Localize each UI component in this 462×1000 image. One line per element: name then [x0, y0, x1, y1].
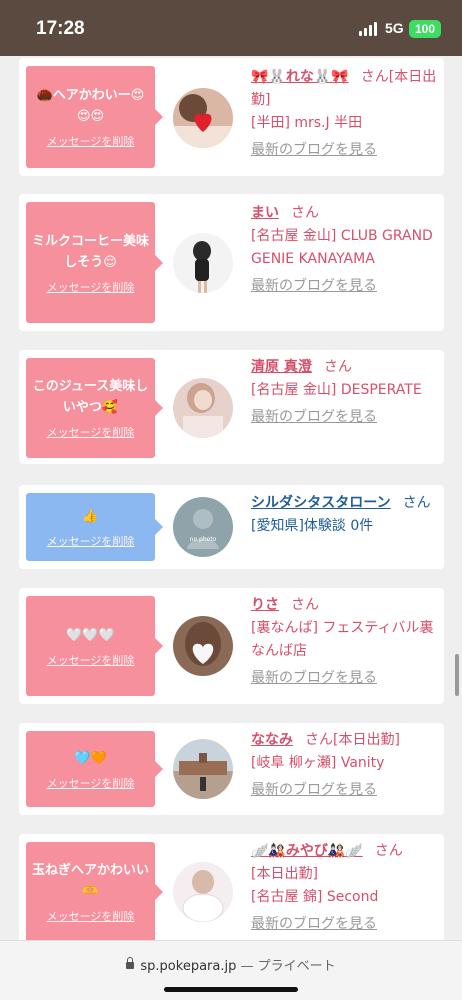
blog-link[interactable]: 最新のブログを見る — [251, 406, 439, 429]
profile-info: シルダシタスタローン さん [愛知県]体験談 0件 — [251, 492, 439, 538]
private-mode-label: — プライベート — [236, 959, 336, 974]
status-time: 17:28 — [36, 18, 85, 39]
message-card: 🤍🤍🤍 メッセージを削除 りさ さん [裏なんば] フェスティバル裏なんば店 最新… — [19, 588, 444, 704]
delete-message-link[interactable]: メッセージを削除 — [47, 533, 135, 549]
profile-name-link[interactable]: りさ — [251, 597, 279, 613]
profile-name-link[interactable]: 🎀🐰れな🐰🎀 — [251, 69, 349, 85]
profile-info: ななみ さん[本日出勤] [岐阜 柳ヶ瀬] Vanity 最新のブログを見る — [251, 729, 439, 802]
message-card: 玉ねぎヘアかわいい🫶 メッセージを削除 🪽🎎みやび🎎🪽 さん [本日出勤] [名古… — [19, 834, 444, 944]
svg-text:no photo: no photo — [190, 536, 217, 543]
message-card: 🌰ヘアかわいー😍😍😍 メッセージを削除 🎀🐰れな🐰🎀 さん[本日出勤] [半田] … — [19, 58, 444, 176]
delete-message-link[interactable]: メッセージを削除 — [47, 133, 135, 149]
shop-name: [裏なんば] フェスティバル裏なんば店 — [251, 620, 434, 659]
blog-link[interactable]: 最新のブログを見る — [251, 667, 439, 690]
message-card: 👍 メッセージを削除 no photo シルダシタスタローン さん [愛知県]体験… — [19, 485, 444, 569]
profile-name-link[interactable]: 清原 真澄 — [251, 359, 312, 375]
message-bubble: このジュース美味しいやつ🥰 メッセージを削除 — [26, 358, 163, 458]
message-text: 玉ねぎヘアかわいい🫶 — [32, 863, 150, 899]
profile-info: りさ さん [裏なんば] フェスティバル裏なんば店 最新のブログを見る — [251, 594, 439, 690]
message-text: 👍 — [82, 508, 99, 524]
message-card: このジュース美味しいやつ🥰 メッセージを削除 清原 真澄 さん [名古屋 金山] … — [19, 350, 444, 464]
work-status: [本日出勤] — [251, 866, 318, 882]
work-status: [本日出勤] — [333, 732, 400, 748]
shop-name: [愛知県]体験談 0件 — [251, 518, 374, 534]
home-indicator[interactable] — [164, 987, 298, 992]
honorific: さん — [291, 597, 319, 613]
shop-name: [半田] mrs.J 半田 — [251, 115, 363, 131]
message-text: ミルクコーヒー美味しそう😌 — [32, 233, 150, 270]
url-display[interactable]: sp.pokepara.jp — プライベート — [0, 955, 462, 974]
profile-name-link[interactable]: 🪽🎎みやび🎎🪽 — [251, 843, 363, 859]
avatar[interactable] — [173, 739, 233, 799]
message-text: 🩵🧡 — [74, 750, 107, 766]
message-text: 🤍🤍🤍 — [66, 627, 115, 643]
message-card: ミルクコーヒー美味しそう😌 メッセージを削除 まい さん [名古屋 金山] CLU… — [19, 194, 444, 331]
delete-message-link[interactable]: メッセージを削除 — [47, 908, 135, 924]
blog-link[interactable]: 最新のブログを見る — [251, 139, 439, 162]
message-bubble: 🩵🧡 メッセージを削除 — [26, 731, 163, 807]
delete-message-link[interactable]: メッセージを削除 — [47, 775, 135, 791]
avatar[interactable] — [173, 233, 233, 293]
shop-name: [名古屋 錦] Second — [251, 889, 379, 905]
message-text: このジュース美味しいやつ🥰 — [32, 379, 149, 415]
profile-name-link[interactable]: ななみ — [251, 732, 293, 748]
honorific: さん — [291, 205, 319, 221]
lock-icon — [126, 957, 135, 969]
profile-name-link[interactable]: シルダシタスタローン — [251, 495, 391, 511]
message-bubble: ミルクコーヒー美味しそう😌 メッセージを削除 — [26, 202, 163, 323]
battery-icon: 100 — [409, 20, 441, 38]
shop-name: [名古屋 金山] CLUB GRAND GENIE KANAYAMA — [251, 228, 433, 267]
honorific: さん — [402, 495, 431, 511]
delete-message-link[interactable]: メッセージを削除 — [47, 424, 135, 440]
blog-link[interactable]: 最新のブログを見る — [251, 913, 439, 936]
browser-url-bar[interactable]: sp.pokepara.jp — プライベート — [0, 940, 462, 1000]
blog-link[interactable]: 最新のブログを見る — [251, 779, 439, 802]
blog-link[interactable]: 最新のブログを見る — [251, 275, 439, 298]
message-card: 🩵🧡 メッセージを削除 ななみ さん[本日出勤] [岐阜 柳ヶ瀬] Vanity … — [19, 723, 444, 815]
avatar[interactable]: no photo — [173, 497, 233, 557]
status-bar: 17:28 5G 100 — [0, 0, 462, 56]
profile-info: 清原 真澄 さん [名古屋 金山] DESPERATE 最新のブログを見る — [251, 356, 439, 429]
message-bubble: 🤍🤍🤍 メッセージを削除 — [26, 596, 163, 696]
message-bubble: 👍 メッセージを削除 — [26, 493, 163, 561]
message-text: 🌰ヘアかわいー😍😍😍 — [36, 88, 145, 124]
profile-name-link[interactable]: まい — [251, 205, 279, 221]
avatar[interactable] — [173, 862, 233, 922]
network-label: 5G — [385, 20, 404, 36]
message-bubble: 玉ねぎヘアかわいい🫶 メッセージを削除 — [26, 842, 163, 942]
message-bubble: 🌰ヘアかわいー😍😍😍 メッセージを削除 — [26, 66, 163, 168]
signal-icon — [359, 22, 379, 36]
avatar[interactable] — [173, 378, 233, 438]
honorific: さん — [360, 69, 389, 85]
honorific: さん — [323, 359, 352, 375]
avatar[interactable] — [173, 88, 233, 148]
url-domain: sp.pokepara.jp — [140, 959, 237, 974]
scrollbar-thumb[interactable] — [455, 654, 459, 696]
delete-message-link[interactable]: メッセージを削除 — [47, 279, 135, 295]
shop-name: [名古屋 金山] DESPERATE — [251, 382, 422, 398]
profile-info: 🎀🐰れな🐰🎀 さん[本日出勤] [半田] mrs.J 半田 最新のブログを見る — [251, 66, 439, 162]
avatar[interactable] — [173, 616, 233, 676]
profile-info: 🪽🎎みやび🎎🪽 さん [本日出勤] [名古屋 錦] Second 最新のブログを見… — [251, 840, 439, 936]
delete-message-link[interactable]: メッセージを削除 — [47, 652, 135, 668]
profile-info: まい さん [名古屋 金山] CLUB GRAND GENIE KANAYAMA … — [251, 202, 439, 298]
honorific: さん — [305, 732, 333, 748]
shop-name: [岐阜 柳ヶ瀬] Vanity — [251, 755, 385, 771]
honorific: さん — [374, 843, 403, 859]
